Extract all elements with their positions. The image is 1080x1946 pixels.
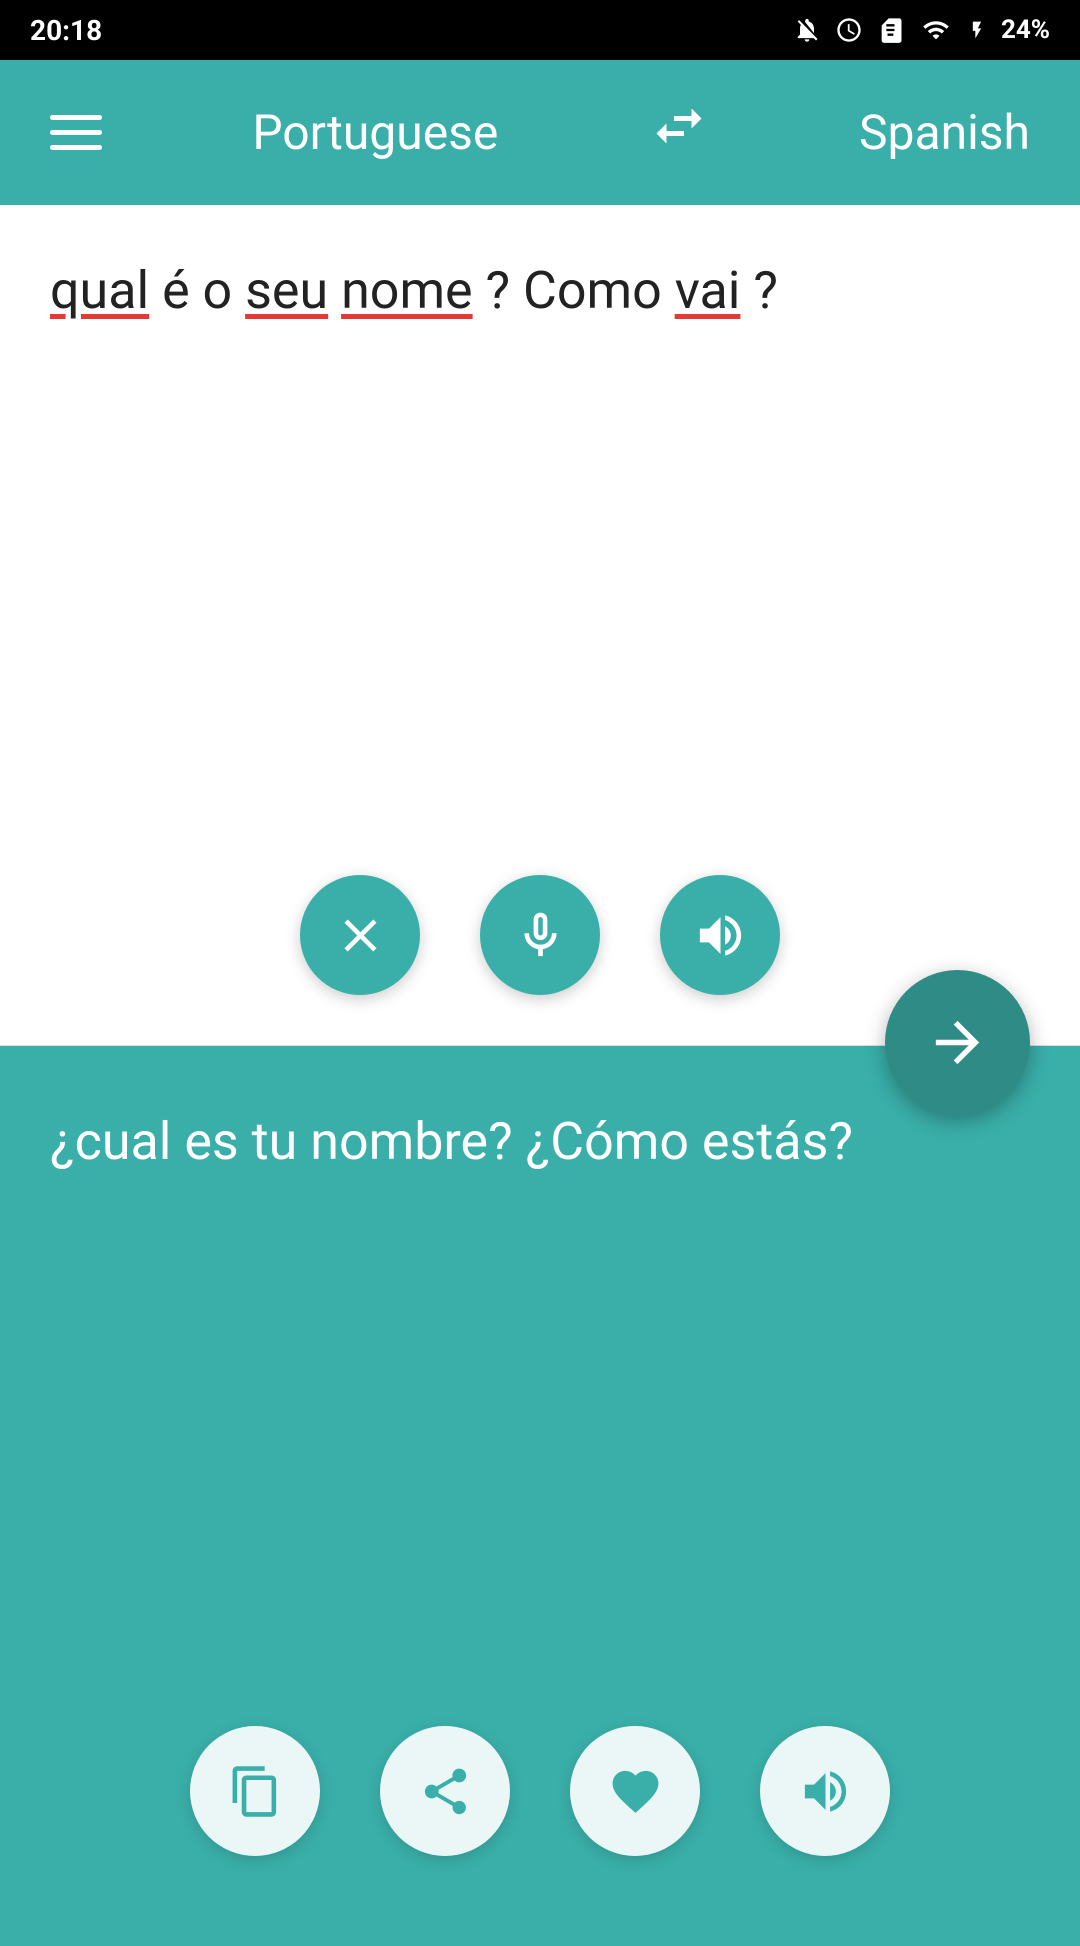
speak-output-button[interactable]	[760, 1726, 890, 1856]
microphone-button[interactable]	[480, 875, 600, 995]
input-actions	[50, 875, 1030, 1015]
alarm-icon	[835, 16, 863, 44]
copy-button[interactable]	[190, 1726, 320, 1856]
output-area: ¿cual es tu nombre? ¿Cómo estás?	[0, 1046, 1080, 1946]
menu-button[interactable]	[50, 115, 102, 150]
charging-icon	[967, 16, 987, 44]
share-button[interactable]	[380, 1726, 510, 1856]
translate-button[interactable]	[885, 970, 1030, 1115]
word-como: ? Como	[486, 260, 675, 321]
word-end: ?	[753, 260, 778, 321]
signal-icon	[919, 16, 953, 44]
status-time: 20:18	[30, 14, 102, 47]
swap-languages-button[interactable]	[649, 96, 709, 170]
word-e: é o	[162, 260, 245, 321]
toolbar: Portuguese Spanish	[0, 60, 1080, 205]
status-icons: 24%	[793, 15, 1050, 45]
word-nome: nome	[341, 260, 473, 321]
notification-muted-icon	[793, 16, 821, 44]
output-text: ¿cual es tu nombre? ¿Cómo estás?	[50, 1106, 1030, 1706]
battery-text: 24%	[1001, 15, 1050, 45]
speak-input-button[interactable]	[660, 875, 780, 995]
target-language[interactable]: Spanish	[859, 104, 1030, 161]
input-area: qual é o seu nome ? Como vai ?	[0, 205, 1080, 1046]
status-bar: 20:18 24%	[0, 0, 1080, 60]
word-qual: qual	[50, 260, 149, 321]
main-content: qual é o seu nome ? Como vai ?	[0, 205, 1080, 1946]
word-seu: seu	[245, 260, 328, 321]
output-actions	[50, 1726, 1030, 1876]
favorite-button[interactable]	[570, 1726, 700, 1856]
input-text[interactable]: qual é o seu nome ? Como vai ?	[50, 255, 1030, 855]
word-vai: vai	[675, 260, 741, 321]
clear-button[interactable]	[300, 875, 420, 995]
sim-icon	[877, 16, 905, 44]
source-language[interactable]: Portuguese	[252, 104, 498, 161]
